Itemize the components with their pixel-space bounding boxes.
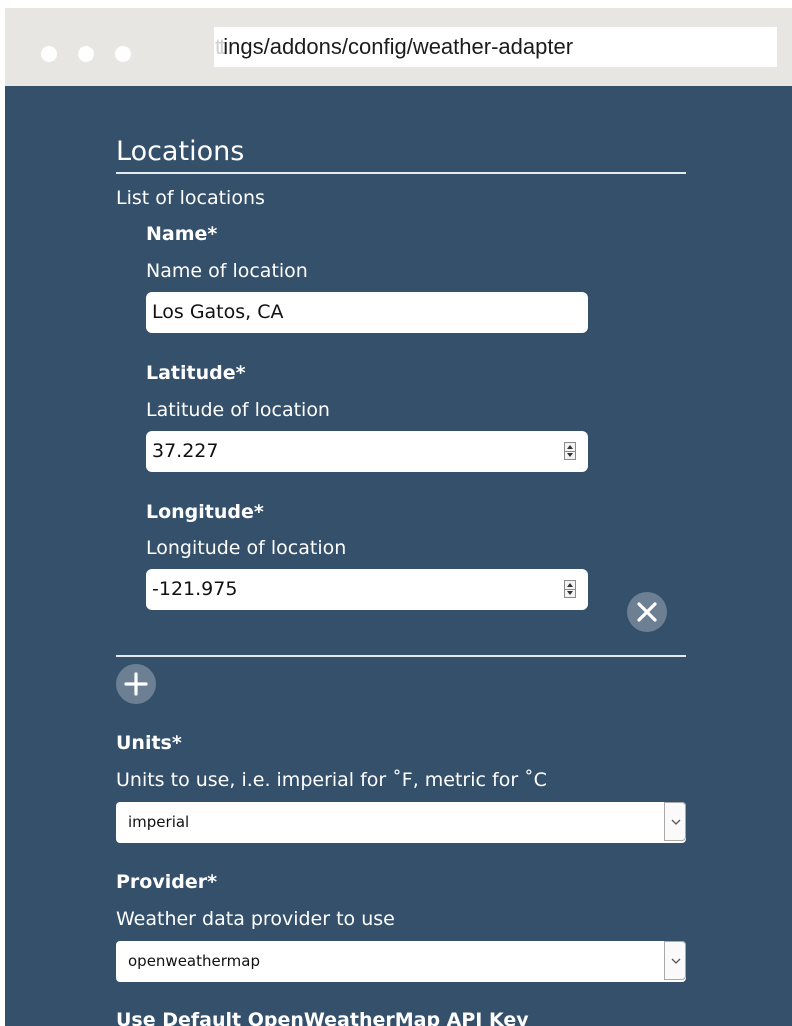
provider-dropdown-button[interactable]	[664, 941, 686, 980]
name-input[interactable]: Los Gatos, CA	[146, 292, 588, 333]
locations-bottom-divider	[116, 655, 686, 657]
address-text: ings/addons/config/weather-adapter	[223, 34, 574, 59]
units-select[interactable]: imperial	[116, 802, 686, 843]
config-form: Locations List of locations Name* Name o…	[5, 86, 792, 1026]
plus-icon	[124, 672, 148, 696]
longitude-label: Longitude*	[146, 501, 264, 523]
browser-window: ttings/addons/config/weather-adapter Loc…	[5, 8, 792, 1026]
locations-title: Locations	[116, 136, 245, 167]
latitude-label: Latitude*	[146, 362, 246, 384]
address-faded-text: tt	[215, 34, 225, 59]
browser-titlebar: ttings/addons/config/weather-adapter	[5, 8, 792, 86]
longitude-description: Longitude of location	[146, 537, 347, 559]
chevron-down-icon	[671, 819, 681, 825]
locations-description: List of locations	[116, 187, 265, 209]
latitude-input-value: 37.227	[152, 440, 219, 462]
provider-description: Weather data provider to use	[116, 908, 395, 930]
address-bar[interactable]: ttings/addons/config/weather-adapter	[214, 27, 777, 67]
api-key-label: Use Default OpenWeatherMap API Key	[116, 1009, 529, 1026]
provider-label: Provider*	[116, 871, 218, 893]
provider-select-value: openweathermap	[128, 952, 260, 970]
units-dropdown-button[interactable]	[664, 802, 686, 841]
latitude-description: Latitude of location	[146, 399, 330, 421]
locations-title-divider	[116, 172, 686, 174]
add-location-button[interactable]	[116, 664, 156, 704]
longitude-spinner[interactable]	[564, 580, 576, 598]
window-close-dot[interactable]	[41, 46, 57, 62]
close-icon	[637, 602, 657, 622]
longitude-input-value: -121.975	[152, 578, 238, 600]
units-label: Units*	[116, 732, 182, 754]
name-input-value: Los Gatos, CA	[152, 301, 284, 323]
latitude-input[interactable]: 37.227	[146, 431, 588, 472]
chevron-down-icon	[671, 958, 681, 964]
units-description: Units to use, i.e. imperial for ˚F, metr…	[116, 769, 547, 791]
latitude-spinner[interactable]	[564, 442, 576, 460]
name-label: Name*	[146, 223, 218, 245]
window-maximize-dot[interactable]	[115, 46, 131, 62]
units-select-value: imperial	[128, 813, 190, 831]
provider-select[interactable]: openweathermap	[116, 941, 686, 982]
longitude-input[interactable]: -121.975	[146, 569, 588, 610]
remove-location-button[interactable]	[627, 592, 667, 632]
name-description: Name of location	[146, 260, 308, 282]
window-minimize-dot[interactable]	[78, 46, 94, 62]
